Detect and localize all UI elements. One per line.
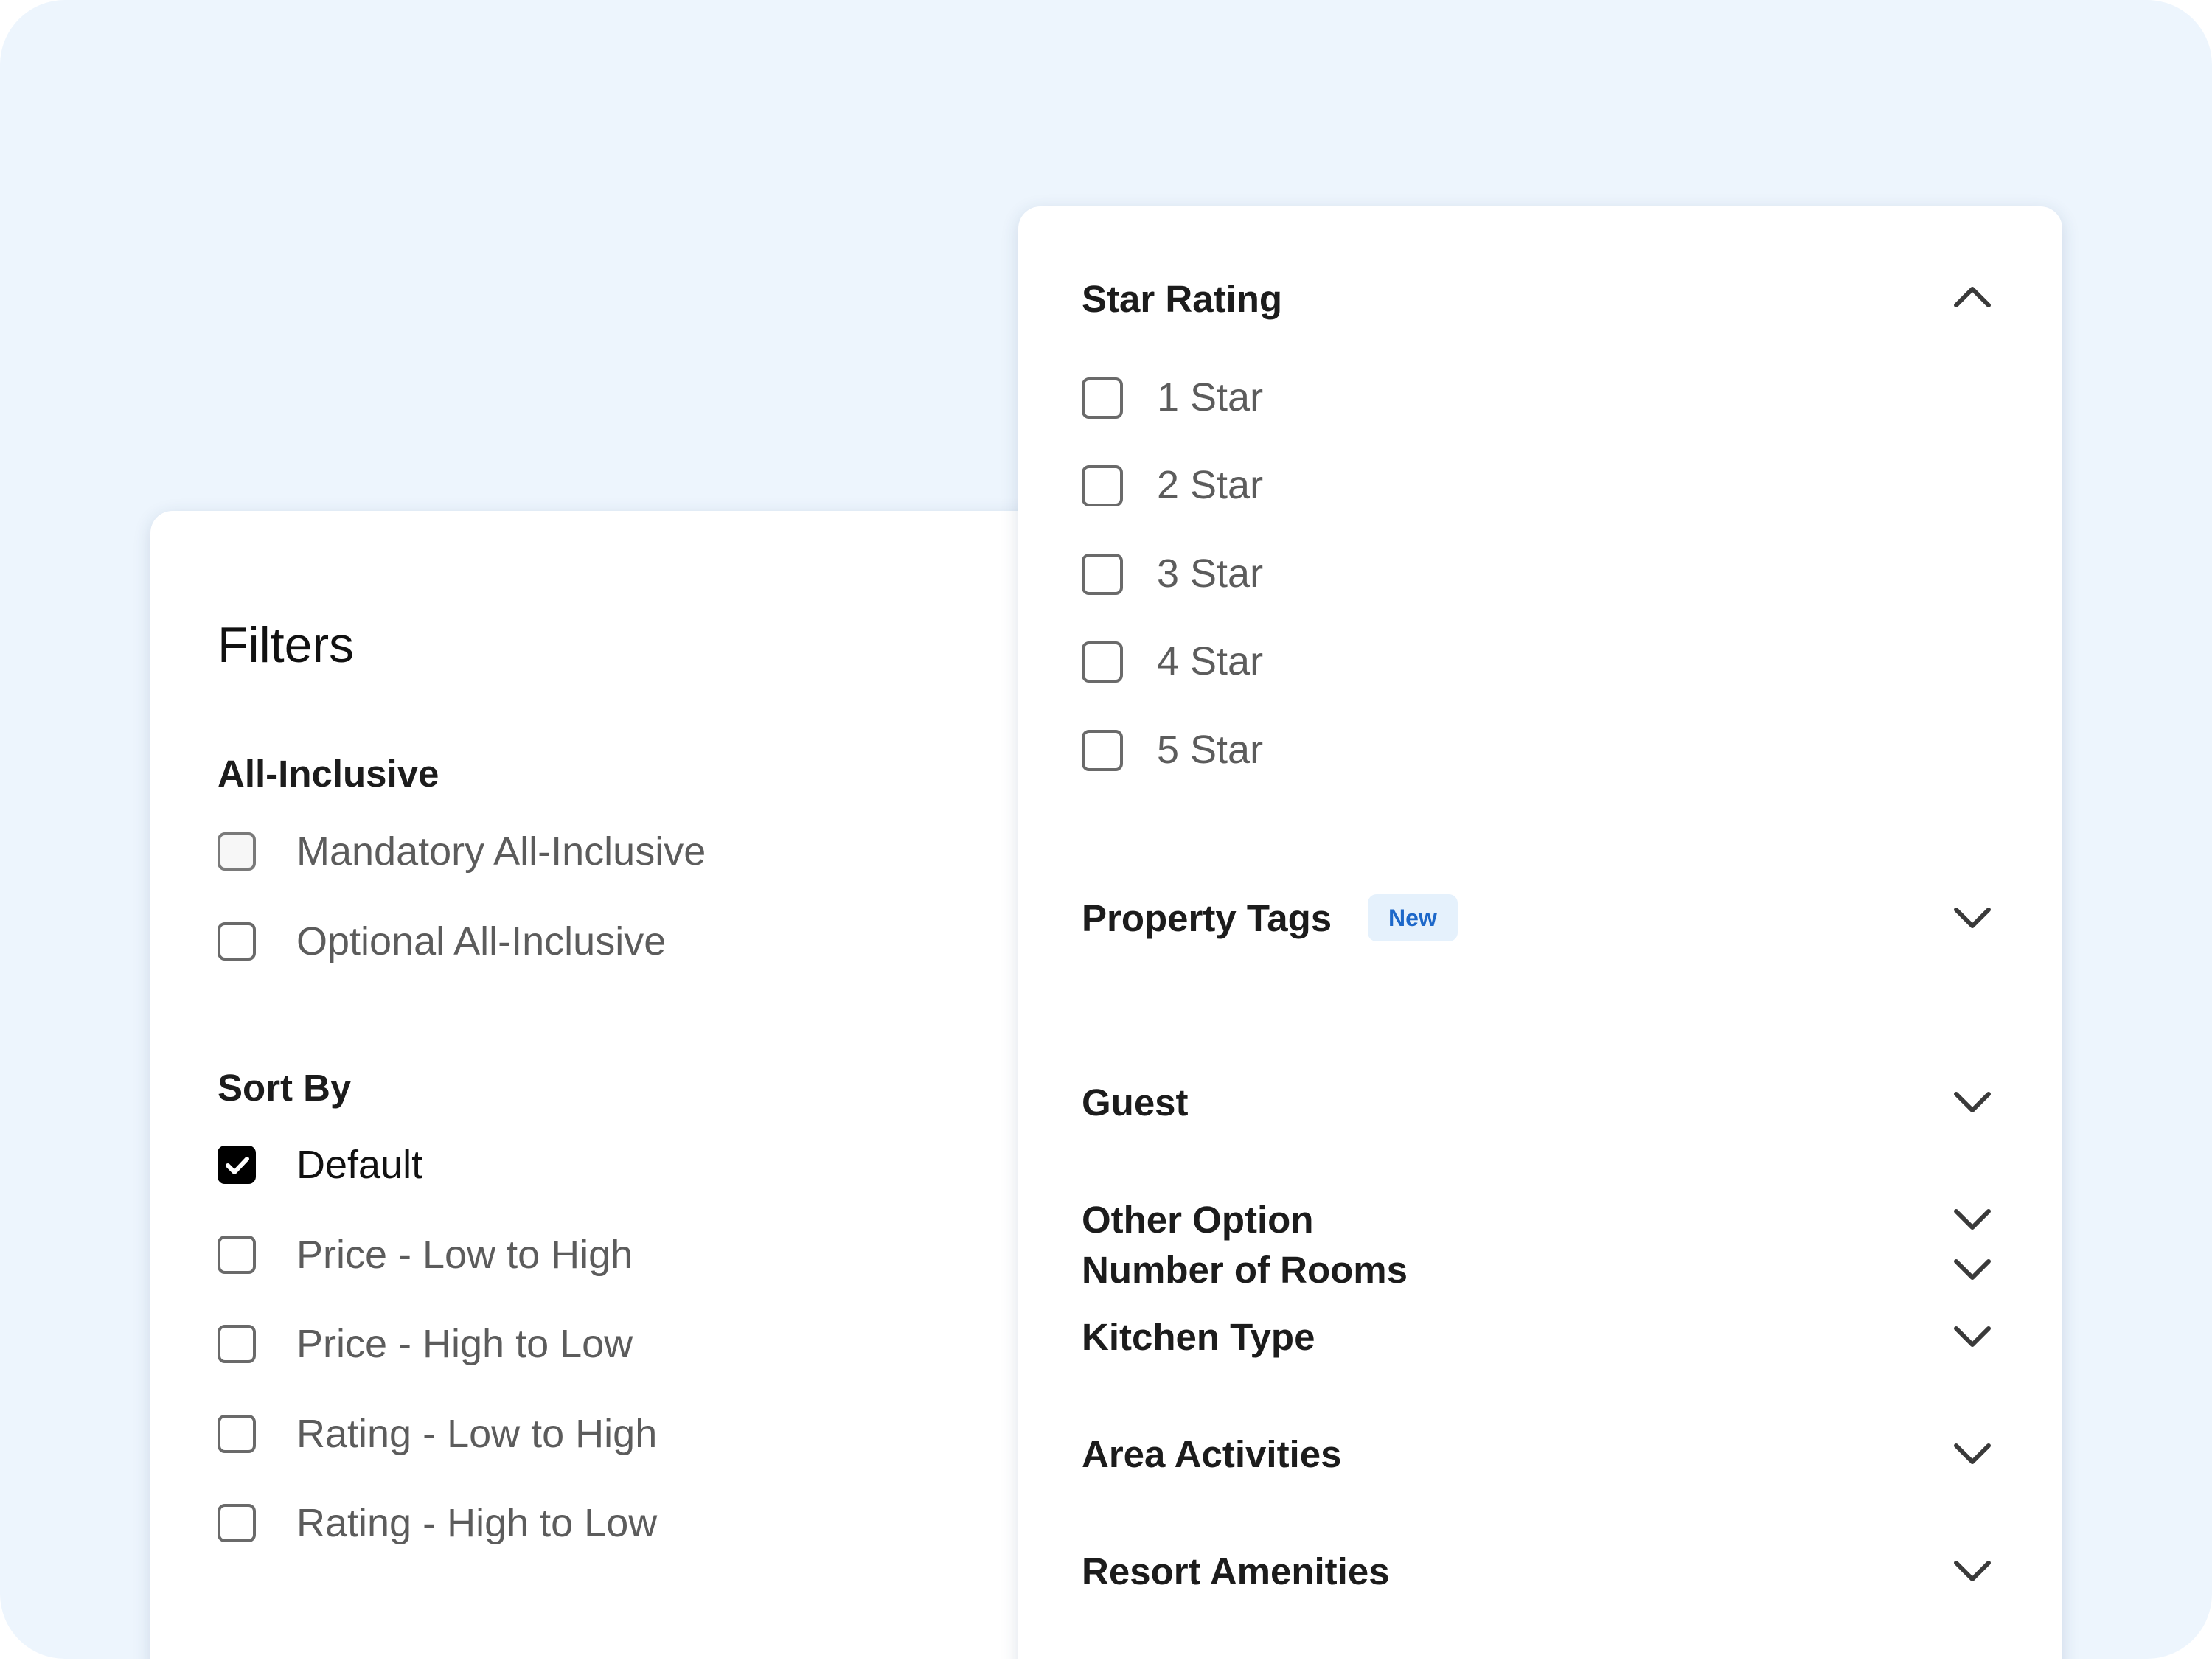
checkbox-label: Rating - High to Low <box>296 1501 658 1545</box>
section-header-guest[interactable]: Guest <box>1082 1079 1189 1126</box>
chevron-down-icon[interactable] <box>1952 1090 1993 1116</box>
all-inclusive-heading: All-Inclusive <box>218 753 439 795</box>
section-header-property-tags[interactable]: Property Tags <box>1082 895 1332 942</box>
chevron-down-icon[interactable] <box>1952 905 1993 932</box>
chevron-down-icon[interactable] <box>1952 1207 1993 1233</box>
checkbox[interactable] <box>218 1236 256 1274</box>
sort-by-heading: Sort By <box>218 1067 352 1109</box>
checkbox[interactable] <box>1082 465 1123 506</box>
chevron-down-icon[interactable] <box>1952 1558 1993 1585</box>
checkbox[interactable] <box>218 832 256 871</box>
background: Filters All-Inclusive Mandatory All-Incl… <box>0 0 2212 1659</box>
filters-title: Filters <box>218 617 355 673</box>
checkbox[interactable] <box>1082 377 1123 419</box>
checkbox-label: Price - High to Low <box>296 1322 633 1366</box>
checkbox-label: 4 Star <box>1157 639 1264 683</box>
checkbox-label: Rating - Low to High <box>296 1412 658 1456</box>
checkbox[interactable] <box>218 922 256 961</box>
checkbox-label: 3 Star <box>1157 551 1264 596</box>
checkbox[interactable] <box>1082 641 1123 683</box>
checkbox[interactable] <box>218 1325 256 1363</box>
checkbox-label: Default <box>296 1143 423 1187</box>
chevron-down-icon[interactable] <box>1952 1441 1993 1468</box>
checkbox[interactable] <box>218 1415 256 1453</box>
checkbox-label: 5 Star <box>1157 728 1264 772</box>
section-header-resort-amenities[interactable]: Resort Amenities <box>1082 1548 1390 1595</box>
checkbox-label: Price - Low to High <box>296 1233 633 1277</box>
checkmark-icon <box>226 1157 249 1174</box>
checkbox[interactable] <box>1082 554 1123 595</box>
checkbox-label: Optional All-Inclusive <box>296 919 667 964</box>
filter-sections-panel: Star Rating 1 Star 2 Star 3 Star 4 Star … <box>1018 206 2062 1659</box>
checkbox[interactable] <box>1082 730 1123 771</box>
section-header-area-activities[interactable]: Area Activities <box>1082 1431 1341 1478</box>
star-rating-heading: Star Rating <box>1082 278 1283 320</box>
chevron-down-icon[interactable] <box>1952 1324 1993 1351</box>
section-header-other-option[interactable]: Other Option <box>1082 1196 1313 1244</box>
section-header-number-of-rooms[interactable]: Number of Rooms <box>1082 1247 1408 1294</box>
checkbox-checked[interactable] <box>218 1146 256 1184</box>
new-badge: New <box>1368 894 1458 941</box>
section-header-kitchen-type[interactable]: Kitchen Type <box>1082 1314 1315 1361</box>
checkbox-label: 1 Star <box>1157 375 1264 419</box>
checkbox[interactable] <box>218 1504 256 1542</box>
checkbox-label: 2 Star <box>1157 463 1264 507</box>
chevron-down-icon[interactable] <box>1952 1257 1993 1283</box>
checkbox-label: Mandatory All-Inclusive <box>296 829 706 874</box>
chevron-up-icon[interactable] <box>1952 283 1993 310</box>
